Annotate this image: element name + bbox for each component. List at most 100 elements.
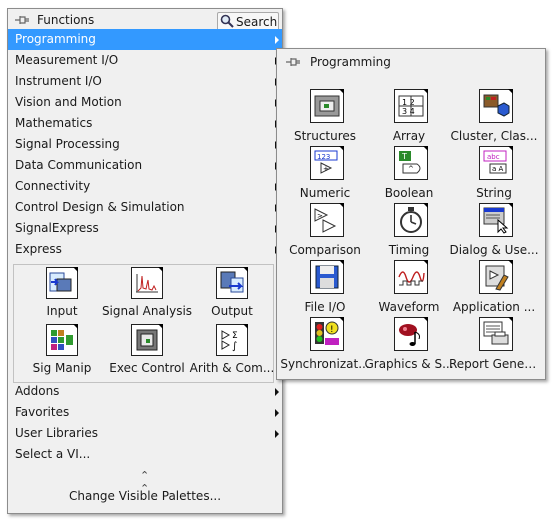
palette-title: Functions <box>37 13 95 27</box>
dialog-user-interface-icon <box>479 203 513 237</box>
menu-item-signalexpress[interactable]: SignalExpress <box>8 218 282 239</box>
tile-label: Timing <box>388 243 430 257</box>
menu-item-label: Mathematics <box>15 116 93 130</box>
tile-label: Waveform <box>378 300 440 314</box>
menu-item-label: Measurement I/O <box>15 53 119 67</box>
menu-item-addons[interactable]: Addons <box>8 381 282 402</box>
cluster-class-icon <box>479 89 513 123</box>
menu-item-user-libraries[interactable]: User Libraries <box>8 423 282 444</box>
tile-label: Output <box>211 304 253 318</box>
tile-output[interactable]: Output <box>190 267 274 324</box>
svg-text:abc: abc <box>487 153 500 161</box>
tile-label: Graphics & S... <box>364 357 454 371</box>
tile-synchronization[interactable]: ! Synchronizat... <box>280 317 370 374</box>
menu-item-label: Vision and Motion <box>15 95 122 109</box>
menu-item-label: Select a VI... <box>15 447 91 461</box>
waveform-icon <box>394 260 428 294</box>
menu-item-signal-processing[interactable]: Signal Processing <box>8 134 282 155</box>
express-palette-group: Input Signal Analysis Output Sig Manip E… <box>13 264 274 383</box>
functions-titlebar[interactable]: Functions Search <box>8 9 282 31</box>
tile-label: Array <box>392 129 426 143</box>
tile-numeric[interactable]: 123 + Numeric <box>280 146 370 203</box>
svg-text:3 4: 3 4 <box>402 107 415 116</box>
sig-manip-icon <box>46 324 78 356</box>
tile-report-generation[interactable]: Report Gener... <box>449 317 539 374</box>
menu-item-favorites[interactable]: Favorites <box>8 402 282 423</box>
menu-item-instrument-io[interactable]: Instrument I/O <box>8 71 282 92</box>
menu-item-measurement-io[interactable]: Measurement I/O <box>8 50 282 71</box>
tile-label: Cluster, Clas... <box>450 129 538 143</box>
menu-item-select-a-vi[interactable]: Select a VI... <box>8 444 282 465</box>
graphics-sound-icon <box>394 317 428 351</box>
submenu-arrow-icon <box>275 409 279 417</box>
submenu-arrow-icon <box>275 36 279 44</box>
tile-boolean[interactable]: T ^ Boolean <box>364 146 454 203</box>
svg-text:123: 123 <box>317 153 330 161</box>
tile-string[interactable]: abc a A String <box>449 146 539 203</box>
programming-titlebar[interactable]: Programming <box>277 49 545 71</box>
numeric-icon: 123 + <box>310 146 344 180</box>
tile-structures[interactable]: Structures <box>280 89 370 146</box>
tile-waveform[interactable]: Waveform <box>364 260 454 317</box>
tile-timing[interactable]: Timing <box>364 203 454 260</box>
tile-label: Sig Manip <box>32 361 92 375</box>
tile-label: Synchronizat... <box>280 357 370 371</box>
functions-palette: Functions Search Programming Measurement… <box>7 8 283 514</box>
signal-analysis-icon <box>131 267 163 299</box>
tile-label: Application ... <box>452 300 536 314</box>
menu-item-label: User Libraries <box>15 426 98 440</box>
tile-label: Comparison <box>289 243 361 257</box>
timing-icon <box>394 203 428 237</box>
string-icon: abc a A <box>479 146 513 180</box>
change-visible-palettes-button[interactable]: Change Visible Palettes... <box>8 489 282 503</box>
svg-text:!: ! <box>330 325 334 335</box>
input-icon <box>46 267 78 299</box>
application-control-icon <box>479 260 513 294</box>
tile-label: Numeric <box>299 186 351 200</box>
tile-sig-manip[interactable]: Sig Manip <box>20 324 104 381</box>
array-icon: 1 23 4 <box>394 89 428 123</box>
tile-label: Report Gener... <box>449 357 539 371</box>
tile-cluster-class[interactable]: Cluster, Clas... <box>449 89 539 146</box>
tile-label: Structures <box>293 129 357 143</box>
file-io-icon <box>310 260 344 294</box>
pin-icon[interactable] <box>14 13 30 27</box>
menu-item-label: Connectivity <box>15 179 91 193</box>
svg-text:+: + <box>323 165 329 173</box>
menu-item-label: Programming <box>15 32 96 46</box>
tile-array[interactable]: 1 23 4 Array <box>364 89 454 146</box>
submenu-arrow-icon <box>275 388 279 396</box>
tile-arith-comparison[interactable]: Σ ∫ Arith & Com... <box>190 324 274 381</box>
tile-application-control[interactable]: Application ... <box>449 260 539 317</box>
tile-file-io[interactable]: File I/O <box>280 260 370 317</box>
menu-item-label: Favorites <box>15 405 70 419</box>
tile-dialog-user-interface[interactable]: Dialog & Use... <box>449 203 539 260</box>
menu-item-label: Control Design & Simulation <box>15 200 185 214</box>
menu-item-mathematics[interactable]: Mathematics <box>8 113 282 134</box>
menu-item-control-design-simulation[interactable]: Control Design & Simulation <box>8 197 282 218</box>
submenu-arrow-icon <box>275 430 279 438</box>
menu-item-label: SignalExpress <box>15 221 99 235</box>
exec-control-icon <box>131 324 163 356</box>
menu-item-connectivity[interactable]: Connectivity <box>8 176 282 197</box>
report-generation-icon <box>479 317 513 351</box>
tile-input[interactable]: Input <box>20 267 104 324</box>
output-icon <box>216 267 248 299</box>
boolean-icon: T ^ <box>394 146 428 180</box>
tile-signal-analysis[interactable]: Signal Analysis <box>102 267 192 324</box>
menu-item-programming[interactable]: Programming <box>8 29 282 50</box>
tile-label: Input <box>46 304 78 318</box>
search-icon <box>220 14 234 28</box>
menu-item-label: Addons <box>15 384 60 398</box>
menu-item-vision-and-motion[interactable]: Vision and Motion <box>8 92 282 113</box>
tile-graphics-sound[interactable]: Graphics & S... <box>364 317 454 374</box>
menu-item-label: Signal Processing <box>15 137 120 151</box>
menu-item-data-communication[interactable]: Data Communication <box>8 155 282 176</box>
pin-icon[interactable] <box>285 55 301 69</box>
tile-comparison[interactable]: > Comparison <box>280 203 370 260</box>
svg-text:^: ^ <box>408 165 414 173</box>
tile-label: Boolean <box>384 186 434 200</box>
menu-item-express[interactable]: Express <box>8 239 282 260</box>
svg-text:T: T <box>401 152 407 161</box>
tile-exec-control[interactable]: Exec Control <box>105 324 189 381</box>
